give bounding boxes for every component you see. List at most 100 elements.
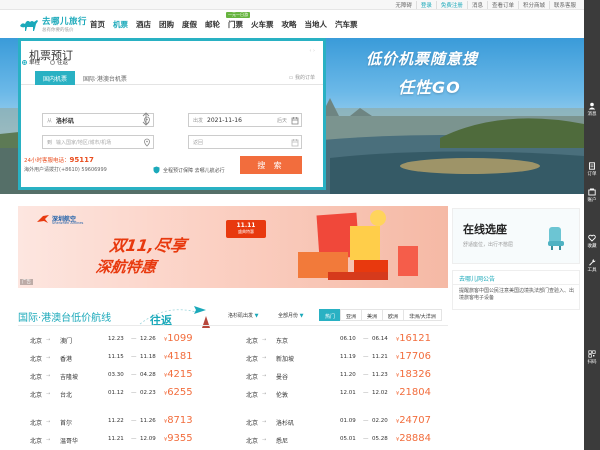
route-to: 台北 [60,392,73,399]
route-row[interactable]: 北京 → 曼谷 11.20 —11.23 ¥18326 [246,368,446,386]
route-row[interactable]: 北京 → 澳门 12.23 —12.26 ¥1099 [30,332,220,350]
route-row[interactable]: 北京 → 东京 06.10 —06.14 ¥16121 [246,332,446,350]
nav-flights[interactable]: 机票 [109,19,132,30]
calendar-icon [291,139,299,147]
lowprice-title: 国际·港澳台低价航线 [18,313,112,324]
login-link[interactable]: 登录 [415,1,436,9]
region-tab-europe[interactable]: 欧洲 [382,309,405,321]
overseas-phone: 海外用户请拨打(+8610) 59606999 [24,167,107,173]
my-order-label: 我的订单 [294,75,315,81]
sidebar-scan[interactable]: 扫码 [584,348,600,370]
region-tab-africa-oceania[interactable]: 非洲/大洋洲 [403,309,442,321]
points-mall-link[interactable]: 积分商城 [517,1,549,9]
route-row[interactable]: 北京 → 香港 11.15 —11.18 ¥4181 [30,350,220,368]
announcement-title[interactable]: 去哪儿网公告 [459,274,495,283]
route-price: ¥24707 [396,415,431,426]
nav-home[interactable]: 首页 [86,19,109,30]
tab-domestic[interactable]: 国内机票 [35,71,76,85]
radio-round-trip[interactable]: 往返 [50,58,68,66]
route-row[interactable]: 北京 → 悉尼 05.01 —05.28 ¥28884 [246,432,446,450]
user-icon [588,102,596,110]
from-value: 洛杉矶 [56,117,75,125]
sidebar-account[interactable]: 账户 [584,186,600,208]
route-row[interactable]: 北京 → 新加坡 11.19 —11.21 ¥17706 [246,350,446,368]
search-button[interactable]: 搜 索 [240,156,302,174]
route-from: 北京 [246,338,259,345]
route-to: 曼谷 [276,374,289,381]
nav-vacation[interactable]: 度假 [178,19,201,30]
nav-group-buy[interactable]: 团购 [155,19,178,30]
nav-tickets[interactable]: 门票 一元一日游 [224,12,250,30]
online-seat-box[interactable]: 在线选座 舒适座位，出行不憋屈 [452,208,580,264]
route-return: 04.28 [140,372,156,378]
depart-date-field[interactable]: 出发 2021-11-16 后天 [188,113,302,127]
departure-city-select[interactable]: 洛杉矶出发 ▼ [228,312,258,319]
main-nav: 首页 机票 酒店 团购 度假 邮轮 门票 一元一日游 火车票 攻略 当地人 汽车票 [86,12,362,30]
route-return: 11.18 [140,354,156,360]
top-bar: 无障碍 登录 免费注册 消息 查看订单 积分商城 联系客服 [0,0,584,10]
radio-dot-icon [22,59,27,65]
route-return: 12.26 [140,336,156,342]
route-price-value: 16121 [399,333,431,344]
my-order-link[interactable]: ▭ 我的订单 [289,74,315,81]
sidebar-favorites-label: 收藏 [587,244,597,249]
sidebar-messages[interactable]: 消息 [584,100,600,122]
nav-guides[interactable]: 攻略 [278,19,301,30]
shield-icon [153,166,160,174]
route-to: 新加坡 [276,356,295,363]
region-tab-hot[interactable]: 热门 [319,309,342,321]
logo[interactable]: 去哪儿旅行 总有你要的低价 [18,14,87,34]
nav-hotels[interactable]: 酒店 [132,19,155,30]
nav-locals[interactable]: 当地人 [301,19,332,30]
route-row[interactable]: 北京 → 温哥华 11.21 —12.09 ¥9355 [30,432,220,450]
route-to: 温哥华 [60,438,79,445]
region-tab-americas[interactable]: 美洲 [361,309,384,321]
register-link[interactable]: 免费注册 [435,1,467,9]
route-depart: 11.20 [340,372,356,378]
return-date-field[interactable]: 返回 [188,135,302,149]
swap-cities-icon[interactable] [141,112,151,126]
route-from: 北京 [30,374,43,381]
radio-one-way-label: 单程 [29,60,41,66]
date-sep: — [363,390,369,396]
from-field[interactable]: 从 洛杉矶 [42,113,154,127]
nav-train[interactable]: 火车票 [247,19,278,30]
orders-link[interactable]: 查看订单 [486,1,518,9]
to-field[interactable]: 到 输入国家/地区/城市/机场 [42,135,154,149]
sidebar-tools[interactable]: 工具 [584,256,600,278]
nav-cruise[interactable]: 邮轮 [201,19,224,30]
radio-one-way[interactable]: 单程 [22,58,40,66]
return-prefix: 返回 [193,139,204,146]
sidebar-favorites[interactable]: 收藏 [584,232,600,254]
route-row[interactable]: 北京 → 首尔 11.22 —11.26 ¥8713 [30,414,220,432]
tab-international[interactable]: 国际·港澳台机票 [75,71,135,85]
nav-bus[interactable]: 汽车票 [331,19,362,30]
route-price: ¥4215 [164,369,193,380]
contact-link[interactable]: 联系客服 [548,1,580,9]
route-price: ¥17706 [396,351,431,362]
route-row[interactable]: 北京 → 伦敦 12.01 —12.02 ¥21804 [246,386,446,404]
announcement-body[interactable]: 提醒旅客中国公民注意美国边境执法部门查验入、出境旅客电子设备 [459,288,577,302]
booking-guarantee[interactable]: 全程预订保障 去哪儿航必行 [153,166,225,174]
month-select[interactable]: 全部月份 ▼ [278,312,303,319]
route-from: 北京 [246,356,259,363]
route-return: 02.20 [372,418,388,424]
gift-boxes-image [298,210,418,280]
region-tab-asia[interactable]: 亚洲 [340,309,363,321]
date-sep: — [131,390,137,396]
route-row[interactable]: 北京 → 吉隆坡 03.30 —04.28 ¥4215 [30,368,220,386]
sidebar-orders[interactable]: 订单 [584,160,600,182]
top-links: 无障碍 登录 免费注册 消息 查看订单 积分商城 联系客服 [391,1,580,9]
route-row[interactable]: 北京 → 洛杉矶 01.09 —02.20 ¥24707 [246,414,446,432]
ad-banner[interactable]: 深圳航空 Shenzhen Airlines 双11,尽享 深航特惠 11.11… [18,206,448,288]
route-depart: 01.09 [340,418,356,424]
ad-tag: 广告 [20,279,33,285]
arrow-right-icon: → [46,419,51,425]
accessibility-link[interactable]: 无障碍 [391,1,416,9]
route-row[interactable]: 北京 → 台北 01.12 —02.23 ¥6255 [30,386,220,404]
messages-link[interactable]: 消息 [466,1,487,9]
route-price-value: 4215 [167,369,193,380]
route-return: 06.14 [372,336,388,342]
carousel-dots[interactable]: ‹ › [309,48,315,54]
seat-subtitle: 舒适座位，出行不憋屈 [463,242,514,248]
